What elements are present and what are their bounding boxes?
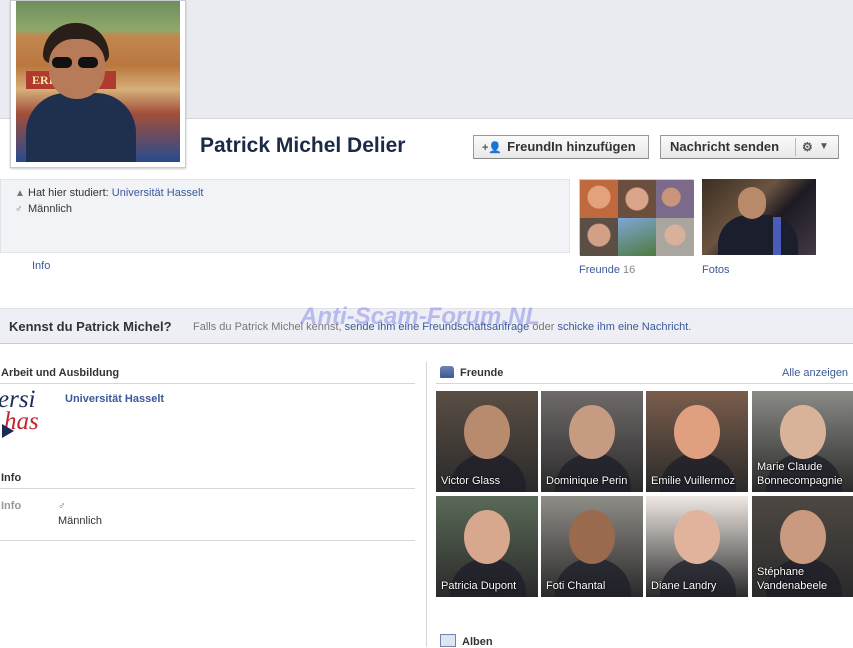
photos-thumbnail[interactable] (702, 179, 816, 255)
albums-section-title: Alben (440, 634, 493, 648)
friend-name[interactable]: Emilie Vuillermoz (651, 474, 745, 488)
friend-name[interactable]: Foti Chantal (546, 579, 640, 593)
friend-name[interactable]: Patricia Dupont (441, 579, 535, 593)
friends-thumbnail-grid[interactable] (579, 179, 694, 256)
divider (436, 383, 853, 384)
divider (0, 540, 415, 541)
info-section-title: Info (1, 472, 22, 484)
friend-photo-face (464, 405, 510, 459)
friend-name[interactable]: Marie Claude Bonnecompagnie (757, 460, 851, 488)
friends-link[interactable]: Freunde 16 (579, 264, 635, 276)
friend-tile[interactable]: Dominique Perin (541, 391, 643, 492)
friend-tile[interactable]: Patricia Dupont (436, 496, 538, 597)
friend-tile[interactable]: Emilie Vuillermoz (646, 391, 748, 492)
male-symbol-icon: ♂ (58, 501, 66, 512)
friend-name[interactable]: Victor Glass (441, 474, 535, 488)
divider (0, 488, 415, 489)
divider (0, 383, 415, 384)
friend-tile[interactable]: Foti Chantal (541, 496, 643, 597)
send-message-label: Nachricht senden (670, 139, 780, 154)
gear-icon[interactable]: ⚙ (802, 136, 813, 158)
profile-photo: ERICA (16, 1, 180, 162)
column-divider (426, 362, 427, 647)
do-you-know-title: Kennst du Patrick Michel? (9, 319, 172, 334)
friend-tile[interactable]: Victor Glass (436, 391, 538, 492)
friend-photo-face (780, 510, 826, 564)
gender-text: Männlich (28, 203, 73, 215)
friend-name[interactable]: Diane Landry (651, 579, 745, 593)
desc-end: . (688, 321, 692, 333)
friend-photo-face (464, 510, 510, 564)
gender-value: Männlich (58, 515, 103, 527)
studied-prefix: Hat hier studiert: (28, 187, 112, 199)
send-message-link[interactable]: schicke ihm eine Nachricht (557, 321, 688, 333)
friend-photo-face (569, 510, 615, 564)
send-message-button[interactable]: Nachricht senden ⚙ ▼ (660, 135, 839, 159)
friends-section-title: Freunde (440, 366, 503, 379)
friend-tile[interactable]: Diane Landry (646, 496, 748, 597)
university-link[interactable]: Universität Hasselt (65, 393, 164, 405)
album-icon (440, 634, 456, 647)
profile-picture[interactable]: ERICA (10, 0, 186, 168)
friends-label: Freunde (579, 264, 620, 276)
friend-tile[interactable]: Stéphane Vandenabeele (752, 496, 853, 597)
info-link[interactable]: Info (32, 260, 50, 272)
university-logo[interactable]: ersi has (0, 390, 52, 440)
watermark-text: Anti-Scam-Forum.NL (300, 303, 540, 330)
friend-name[interactable]: Stéphane Vandenabeele (757, 565, 851, 593)
photos-link[interactable]: Fotos (702, 264, 730, 276)
albums-title-text: Alben (462, 636, 493, 648)
info-label: Info (1, 500, 22, 512)
friend-name[interactable]: Dominique Perin (546, 474, 640, 488)
graduation-cap-icon: ▲ (15, 188, 25, 199)
profile-name: Patrick Michel Delier (200, 134, 406, 157)
male-symbol-icon: ♂ (15, 204, 23, 215)
school-link[interactable]: Universität Hasselt (112, 187, 204, 199)
gender-row: ♂ Männlich (15, 203, 72, 215)
add-friend-button[interactable]: +👤 FreundIn hinzufügen (473, 135, 649, 159)
friend-photo-face (674, 510, 720, 564)
friends-count: 16 (623, 264, 636, 276)
see-all-friends-link[interactable]: Alle anzeigen (782, 367, 848, 379)
friend-tile[interactable]: Marie Claude Bonnecompagnie (752, 391, 853, 492)
friends-icon (440, 366, 454, 378)
studied-row: ▲ Hat hier studiert: Universität Hasselt (15, 187, 203, 199)
friend-photo-face (674, 405, 720, 459)
friends-title-text: Freunde (460, 367, 504, 379)
add-friend-icon: +👤 (482, 142, 503, 154)
work-education-title: Arbeit und Ausbildung (1, 367, 120, 379)
profile-info-box: ▲ Hat hier studiert: Universität Hasselt … (0, 179, 570, 253)
add-friend-label: FreundIn hinzufügen (507, 139, 636, 154)
friend-photo-face (780, 405, 826, 459)
chevron-down-icon[interactable]: ▼ (819, 136, 829, 158)
friend-photo-face (569, 405, 615, 459)
